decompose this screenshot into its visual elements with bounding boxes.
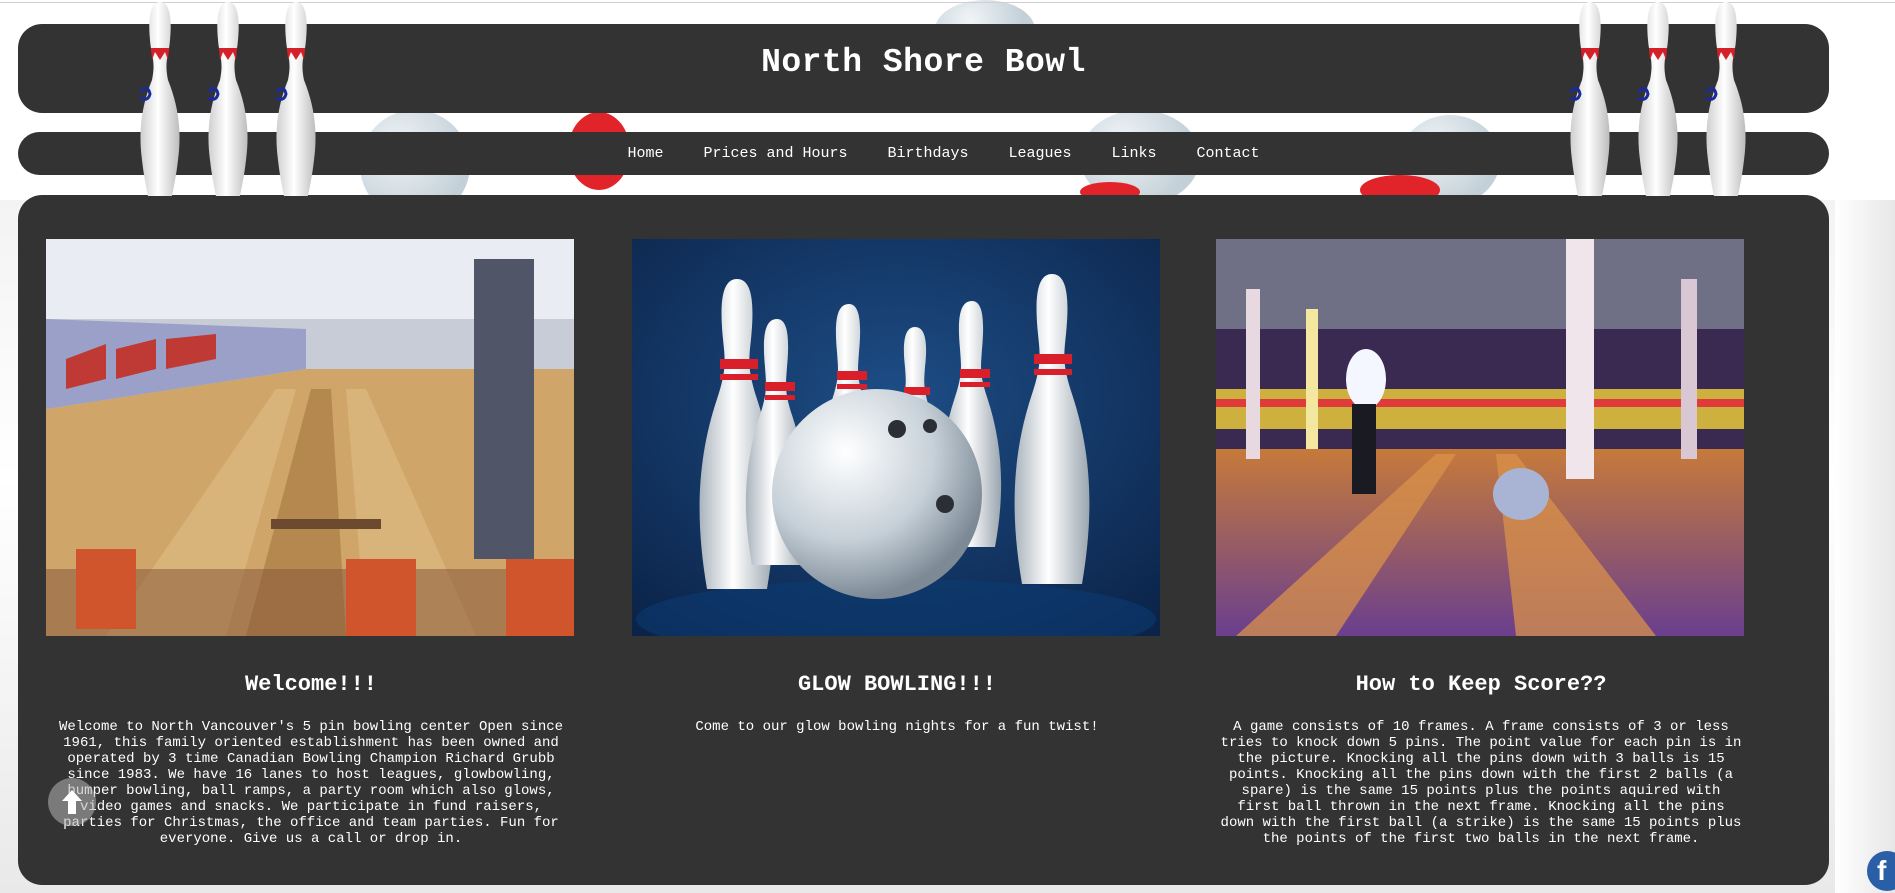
nav-link-birthdays[interactable]: Birthdays bbox=[867, 145, 988, 162]
welcome-text: Welcome to North Vancouver's 5 pin bowli… bbox=[58, 719, 564, 847]
nav-link-contact[interactable]: Contact bbox=[1177, 145, 1280, 162]
bowling-pin-icon bbox=[1568, 2, 1610, 196]
nav-link-home[interactable]: Home bbox=[607, 145, 683, 162]
glow-bowling-title: GLOW BOWLING!!! bbox=[797, 672, 997, 697]
keep-score-text: A game consists of 10 frames. A frame co… bbox=[1220, 719, 1742, 847]
bowling-pins-and-ball-photo bbox=[632, 239, 1160, 636]
nav-link-links[interactable]: Links bbox=[1092, 145, 1177, 162]
site-title: North Shore Bowl bbox=[761, 44, 1086, 81]
bowling-pin-icon bbox=[1636, 2, 1678, 196]
glow-bowling-bowler-photo bbox=[1216, 239, 1744, 636]
arrow-up-icon bbox=[62, 790, 82, 814]
glow-bowling-card: GLOW BOWLING!!! Come to our glow bowling… bbox=[632, 239, 1162, 735]
nav-list: Home Prices and Hours Birthdays Leagues … bbox=[607, 145, 1279, 162]
keep-score-title: How to Keep Score?? bbox=[1355, 672, 1607, 697]
bowling-pin-icon bbox=[138, 2, 180, 196]
glow-bowling-text: Come to our glow bowling nights for a fu… bbox=[695, 719, 1099, 735]
right-pins-decoration bbox=[1560, 0, 1756, 196]
nav-link-leagues[interactable]: Leagues bbox=[989, 145, 1092, 162]
main-content-panel: Welcome!!! Welcome to North Vancouver's … bbox=[18, 195, 1829, 885]
bowling-pin-icon bbox=[206, 2, 248, 196]
welcome-card: Welcome!!! Welcome to North Vancouver's … bbox=[46, 239, 576, 847]
scroll-to-top-button[interactable] bbox=[48, 778, 96, 826]
keep-score-card: How to Keep Score?? A game consists of 1… bbox=[1216, 239, 1746, 847]
right-background-edge bbox=[1835, 200, 1895, 893]
left-pins-decoration bbox=[130, 0, 326, 196]
bowling-pin-icon bbox=[274, 2, 316, 196]
bowling-pin-icon bbox=[1704, 2, 1746, 196]
facebook-letter: f bbox=[1877, 855, 1887, 886]
bowling-alley-lanes-photo bbox=[46, 239, 574, 636]
welcome-title: Welcome!!! bbox=[244, 672, 378, 697]
nav-link-prices-and-hours[interactable]: Prices and Hours bbox=[683, 145, 867, 162]
